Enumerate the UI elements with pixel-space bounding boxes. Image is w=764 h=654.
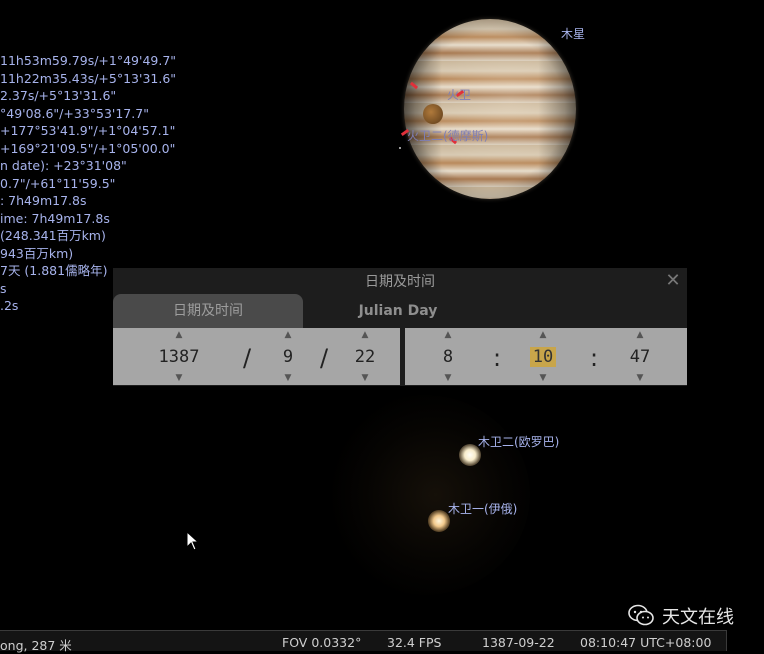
status-bar: ong, 287 米 FOV 0.0332° 32.4 FPS 1387-09-… bbox=[0, 630, 727, 654]
info-line: n date): +23°31'08" bbox=[0, 158, 127, 173]
year-value[interactable]: 1387 bbox=[144, 345, 214, 369]
info-line: +177°53'41.9"/+1°04'57.1" bbox=[0, 123, 176, 138]
month-value[interactable]: 9 bbox=[253, 345, 323, 369]
spin-down-icon[interactable]: ▼ bbox=[330, 373, 400, 383]
spin-up-icon[interactable]: ▲ bbox=[413, 330, 483, 340]
europa-label[interactable]: 木卫二(欧罗巴) bbox=[478, 433, 559, 450]
minute-value-text[interactable]: 10 bbox=[529, 347, 557, 367]
spin-down-icon[interactable]: ▼ bbox=[605, 373, 675, 383]
info-line: 0.7"/+61°11'59.5" bbox=[0, 175, 116, 191]
location-readout[interactable]: ong, 287 米 bbox=[0, 635, 72, 654]
star-dot bbox=[399, 147, 401, 149]
time-fields: ▲ 8 ▼ : ▲ 10 ▼ : ▲ 47 ▼ bbox=[405, 328, 687, 385]
hour-spinner[interactable]: ▲ 8 ▼ bbox=[413, 328, 483, 385]
io-label[interactable]: 木卫一(伊俄) bbox=[448, 500, 517, 517]
minute-value[interactable]: 10 bbox=[508, 345, 578, 369]
info-line: : 7h49m17.8s bbox=[0, 193, 87, 208]
moon-label[interactable]: 火卫二(德摩斯) bbox=[407, 127, 488, 144]
io-moon[interactable] bbox=[428, 510, 450, 532]
info-line: 11h22m35.43s/+5°13'31.6" bbox=[0, 70, 177, 86]
spin-down-icon[interactable]: ▼ bbox=[508, 373, 578, 383]
minute-spinner[interactable]: ▲ 10 ▼ bbox=[508, 328, 578, 385]
jupiter-label[interactable]: 木星 bbox=[561, 25, 585, 42]
info-line: 11h53m59.79s/+1°49'49.7" bbox=[0, 53, 177, 68]
info-line: ime: 7h49m17.8s bbox=[0, 210, 110, 226]
spin-up-icon[interactable]: ▲ bbox=[330, 330, 400, 340]
dialog-title[interactable]: 日期及时间 bbox=[113, 268, 687, 296]
jupiter-glow bbox=[320, 395, 530, 595]
date-readout[interactable]: 1387-09-22 bbox=[482, 635, 555, 650]
year-spinner[interactable]: ▲ 1387 ▼ bbox=[144, 328, 214, 385]
day-spinner[interactable]: ▲ 22 ▼ bbox=[330, 328, 400, 385]
date-separator: / bbox=[320, 344, 329, 372]
close-icon[interactable]: ✕ bbox=[665, 271, 681, 291]
info-line: 943百万km) bbox=[0, 245, 74, 261]
tab-date-time[interactable]: 日期及时间 bbox=[113, 294, 303, 328]
second-spinner[interactable]: ▲ 47 ▼ bbox=[605, 328, 675, 385]
month-spinner[interactable]: ▲ 9 ▼ bbox=[253, 328, 323, 385]
info-line: °49'08.6"/+33°53'17.7" bbox=[0, 105, 149, 121]
watermark-text: 天文在线 bbox=[662, 607, 734, 628]
date-separator: / bbox=[243, 344, 252, 372]
fps-readout: 32.4 FPS bbox=[387, 635, 442, 650]
spin-down-icon[interactable]: ▼ bbox=[144, 373, 214, 383]
second-value[interactable]: 47 bbox=[605, 345, 675, 369]
io-disc-on-jupiter[interactable] bbox=[423, 104, 443, 124]
spin-down-icon[interactable]: ▼ bbox=[253, 373, 323, 383]
info-line: 2.37s/+5°13'31.6" bbox=[0, 88, 117, 103]
spin-up-icon[interactable]: ▲ bbox=[144, 330, 214, 340]
date-time-dialog: 日期及时间 ✕ 日期及时间 Julian Day ▲ 1387 ▼ / ▲ 9 … bbox=[113, 268, 687, 386]
spin-up-icon[interactable]: ▲ bbox=[605, 330, 675, 340]
info-line: (248.341百万km) bbox=[0, 228, 106, 243]
day-value[interactable]: 22 bbox=[330, 345, 400, 369]
info-line: +169°21'09.5"/+1°05'00.0" bbox=[0, 140, 176, 156]
wechat-icon bbox=[628, 604, 654, 626]
time-separator: : bbox=[493, 344, 502, 372]
time-readout[interactable]: 08:10:47 UTC+08:00 bbox=[580, 635, 711, 650]
date-fields: ▲ 1387 ▼ / ▲ 9 ▼ / ▲ 22 ▼ bbox=[113, 328, 400, 385]
fov-readout: FOV 0.0332° bbox=[282, 635, 362, 650]
spin-up-icon[interactable]: ▲ bbox=[253, 330, 323, 340]
moon-label[interactable]: 火卫 bbox=[447, 86, 471, 103]
hour-value[interactable]: 8 bbox=[413, 345, 483, 369]
spin-down-icon[interactable]: ▼ bbox=[413, 373, 483, 383]
tab-julian-day[interactable]: Julian Day bbox=[303, 294, 493, 328]
time-separator: : bbox=[590, 344, 599, 372]
spin-up-icon[interactable]: ▲ bbox=[508, 330, 578, 340]
mouse-cursor-icon bbox=[186, 531, 200, 551]
